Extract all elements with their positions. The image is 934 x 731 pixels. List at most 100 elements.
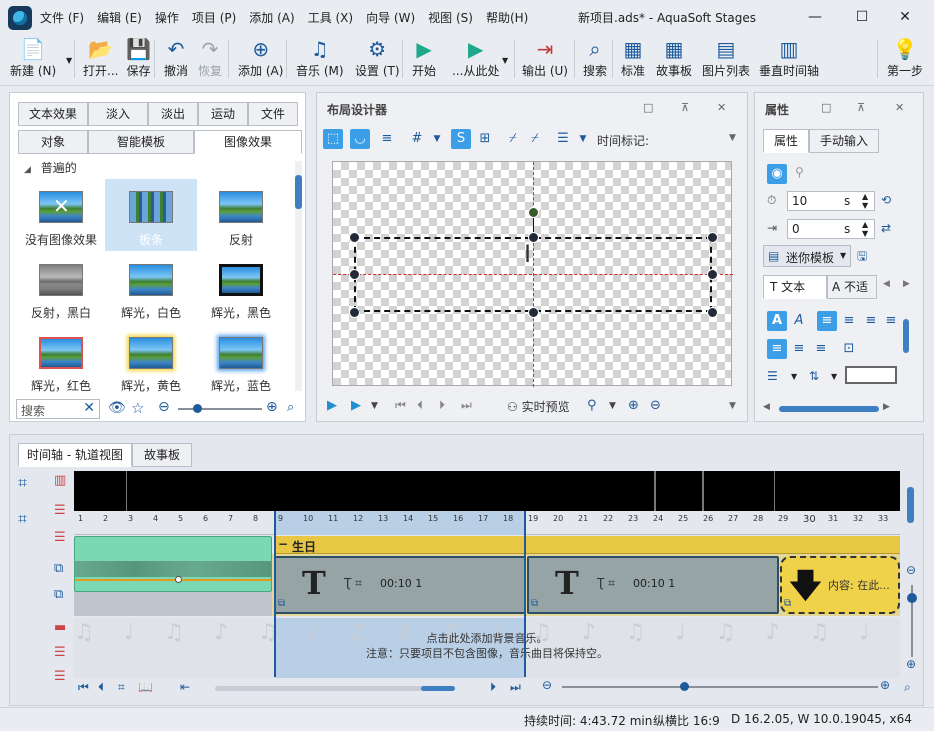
tab-effect-4[interactable]: 文件 [248, 102, 298, 126]
offset-stepper[interactable]: ▲ ▼ [862, 220, 868, 238]
tab-properties[interactable]: 属性 [763, 129, 809, 153]
tab-opacity[interactable]: A 不适 [827, 275, 877, 299]
tab-timeline-track[interactable]: 时间轴 - 轨道视图 [18, 443, 132, 467]
vertical-timeline-button[interactable]: ▥ 垂直时间轴 [759, 36, 819, 79]
effect-item[interactable]: ✕ 没有图像效果 [15, 179, 107, 251]
overview-strip[interactable] [74, 471, 900, 511]
grid-dropdown-icon[interactable]: ▼ [427, 129, 447, 149]
play-dropdown-icon[interactable]: ▼ [371, 401, 378, 411]
text-italic-a-icon[interactable]: A [789, 311, 809, 331]
prev-item-icon[interactable]: ⏴ [98, 680, 104, 695]
track-tool-5-icon[interactable]: ⧉ [54, 587, 63, 602]
output-button[interactable]: ⇥ 输出 (U) [522, 36, 568, 79]
valign-bottom-icon[interactable]: ≡ [811, 339, 831, 359]
thumb-size-slider[interactable] [178, 404, 262, 413]
effect-item[interactable]: 反射 [195, 179, 287, 251]
music-track[interactable]: ♫♩♫♪♫♩♫♪♫♩♫♪♫♩♫♪♫♩♫♪♫♩♫♪♫♩♫♪ 点击此处添加背景音乐。… [74, 618, 900, 678]
close-button[interactable]: ✕ [885, 4, 925, 30]
path-tool-icon[interactable]: ◡ [350, 129, 370, 149]
start-button[interactable]: ▶ 开始 [412, 36, 436, 79]
search-field[interactable]: 搜索 ✕ [16, 399, 100, 419]
panel-pin-icon[interactable]: ⊼ [681, 101, 689, 114]
redo-button[interactable]: ↷ 恢复 [198, 36, 222, 79]
tab-manual-input[interactable]: 手动输入 [809, 129, 879, 153]
prev-frame-icon[interactable]: ⏴ [417, 398, 423, 413]
canvas-zoom-in-icon[interactable]: ⊕ [628, 398, 639, 413]
standard-button[interactable]: ▦ 标准 [621, 36, 645, 79]
scroll-playhead-icon[interactable]: ⇤ [180, 680, 190, 694]
design-canvas[interactable]: I [332, 161, 733, 387]
duration-field[interactable]: 10 s ▲ ▼ [787, 191, 875, 211]
props-float-icon[interactable]: □ [821, 101, 831, 114]
next-item-icon[interactable]: ⏵ [490, 680, 496, 695]
settings-button[interactable]: ⚙ 设置 (T) [355, 36, 400, 79]
timeline-vscroll-thumb[interactable] [907, 487, 914, 523]
next-frame-icon[interactable]: ⏵ [439, 398, 445, 413]
effect-item[interactable]: 辉光，蓝色 [195, 325, 287, 397]
resize-handle-ml[interactable] [349, 269, 360, 280]
offset-link-icon[interactable]: ⇄ [881, 221, 891, 235]
timeline-clip[interactable]: T Ʈ ⌗ 00:10 1 ⧉ [527, 556, 779, 614]
props-pin-icon[interactable]: ⊼ [857, 101, 865, 114]
line-spacing-dropdown-icon[interactable]: ▼ [831, 372, 837, 381]
start-dropdown-icon[interactable]: ▼ [502, 56, 508, 65]
track-tool-8-icon[interactable]: ☰ [54, 669, 66, 684]
image-list-button[interactable]: ▤ 图片列表 [702, 36, 750, 79]
valign-middle-icon[interactable]: ≡ [789, 339, 809, 359]
tab-storyboard[interactable]: 故事板 [132, 443, 192, 467]
valign-top-icon[interactable]: ≡ [767, 339, 787, 359]
effect-item[interactable]: 辉光，黄色 [105, 325, 197, 397]
select-range-icon[interactable]: ⌗ [118, 680, 125, 695]
track-tool-4-icon[interactable]: ⧉ [54, 561, 63, 576]
timeline-clip[interactable]: T Ʈ ⌗ 00:10 1 ⧉ [274, 556, 526, 614]
tab-category-0[interactable]: 对象 [18, 130, 88, 154]
props-scroll-right-icon[interactable]: ▶ [883, 402, 890, 412]
effect-item[interactable]: 反射，黑白 [15, 252, 107, 324]
goto-end-icon[interactable]: ⏭ [510, 680, 521, 695]
menu-item-6[interactable]: 向导 (W) [366, 9, 415, 26]
collapse-triangle-icon[interactable]: ◢ [24, 165, 31, 175]
resize-handle-tr[interactable] [707, 232, 718, 243]
props-close-icon[interactable]: ✕ [895, 101, 904, 114]
text-bold-a-icon[interactable]: A [767, 311, 787, 331]
offset-field[interactable]: 0 s ▲ ▼ [787, 219, 875, 239]
time-marker-dropdown-icon[interactable]: ▼ [729, 133, 736, 143]
first-steps-button[interactable]: 💡 第一步 [887, 36, 923, 79]
props-scrollbar-thumb[interactable] [903, 319, 909, 353]
eye-icon[interactable]: 👁 [108, 400, 126, 416]
new-button[interactable]: 📄 新建 (N) [10, 36, 56, 79]
maximize-button[interactable]: ☐ [842, 4, 882, 30]
duration-sync-icon[interactable]: ⟲ [881, 193, 891, 207]
track-tool-6-icon[interactable]: ▬ [54, 620, 66, 635]
zoom-in-icon[interactable]: ⊕ [266, 399, 278, 415]
mini-template-button[interactable]: ▤ 迷你模板 ▼ [763, 245, 851, 267]
tab-effect-0[interactable]: 文本效果 [18, 102, 88, 126]
tabs-next-icon[interactable]: ▶ [903, 279, 910, 289]
group-header[interactable]: ◢ 普遍的 [24, 159, 77, 176]
rotate-handle[interactable] [528, 207, 539, 218]
new-dropdown-icon[interactable]: ▼ [66, 56, 72, 65]
tab-text[interactable]: T 文本 [763, 275, 827, 299]
canvas-zoom-out-icon[interactable]: ⊖ [650, 398, 661, 413]
quality-dropdown-icon[interactable]: ▼ [609, 401, 616, 411]
realtime-preview-button[interactable]: ⚇ 实时预览 [507, 398, 570, 415]
props-scroll-left-icon[interactable]: ◀ [763, 402, 770, 412]
effect-item[interactable]: 辉光，白色 [105, 252, 197, 324]
add-keyframe-icon[interactable]: ⌿ [503, 129, 523, 149]
zoom-fit-timeline-icon[interactable]: ⌕ [904, 680, 911, 695]
visibility-icon[interactable]: ◉ [767, 164, 787, 184]
menu-item-8[interactable]: 帮助(H) [486, 9, 528, 26]
effect-item[interactable]: 辉光，黑色 [195, 252, 287, 324]
duration-stepper[interactable]: ▲ ▼ [862, 192, 868, 210]
align-icon[interactable]: ≡ [377, 129, 397, 149]
designer-more-icon[interactable]: ▼ [729, 401, 736, 411]
preview-quality-icon[interactable]: ⚲ [587, 398, 597, 413]
track-zoom-out-icon[interactable]: ⊖ [906, 563, 916, 577]
time-ruler[interactable]: 1 2 3 4 5 6 7 8 9 10 11 12 13 14 15 16 17 18 19 20 21 22 23 24 2… [74, 511, 900, 535]
panel-close-icon[interactable]: ✕ [717, 101, 726, 114]
menu-item-0[interactable]: 文件 (F) [40, 9, 84, 26]
audio-clip[interactable] [74, 536, 272, 592]
resize-handle-mr[interactable] [707, 269, 718, 280]
remove-keyframe-icon[interactable]: ⌿ [525, 129, 545, 149]
tab-effect-2[interactable]: 淡出 [148, 102, 198, 126]
